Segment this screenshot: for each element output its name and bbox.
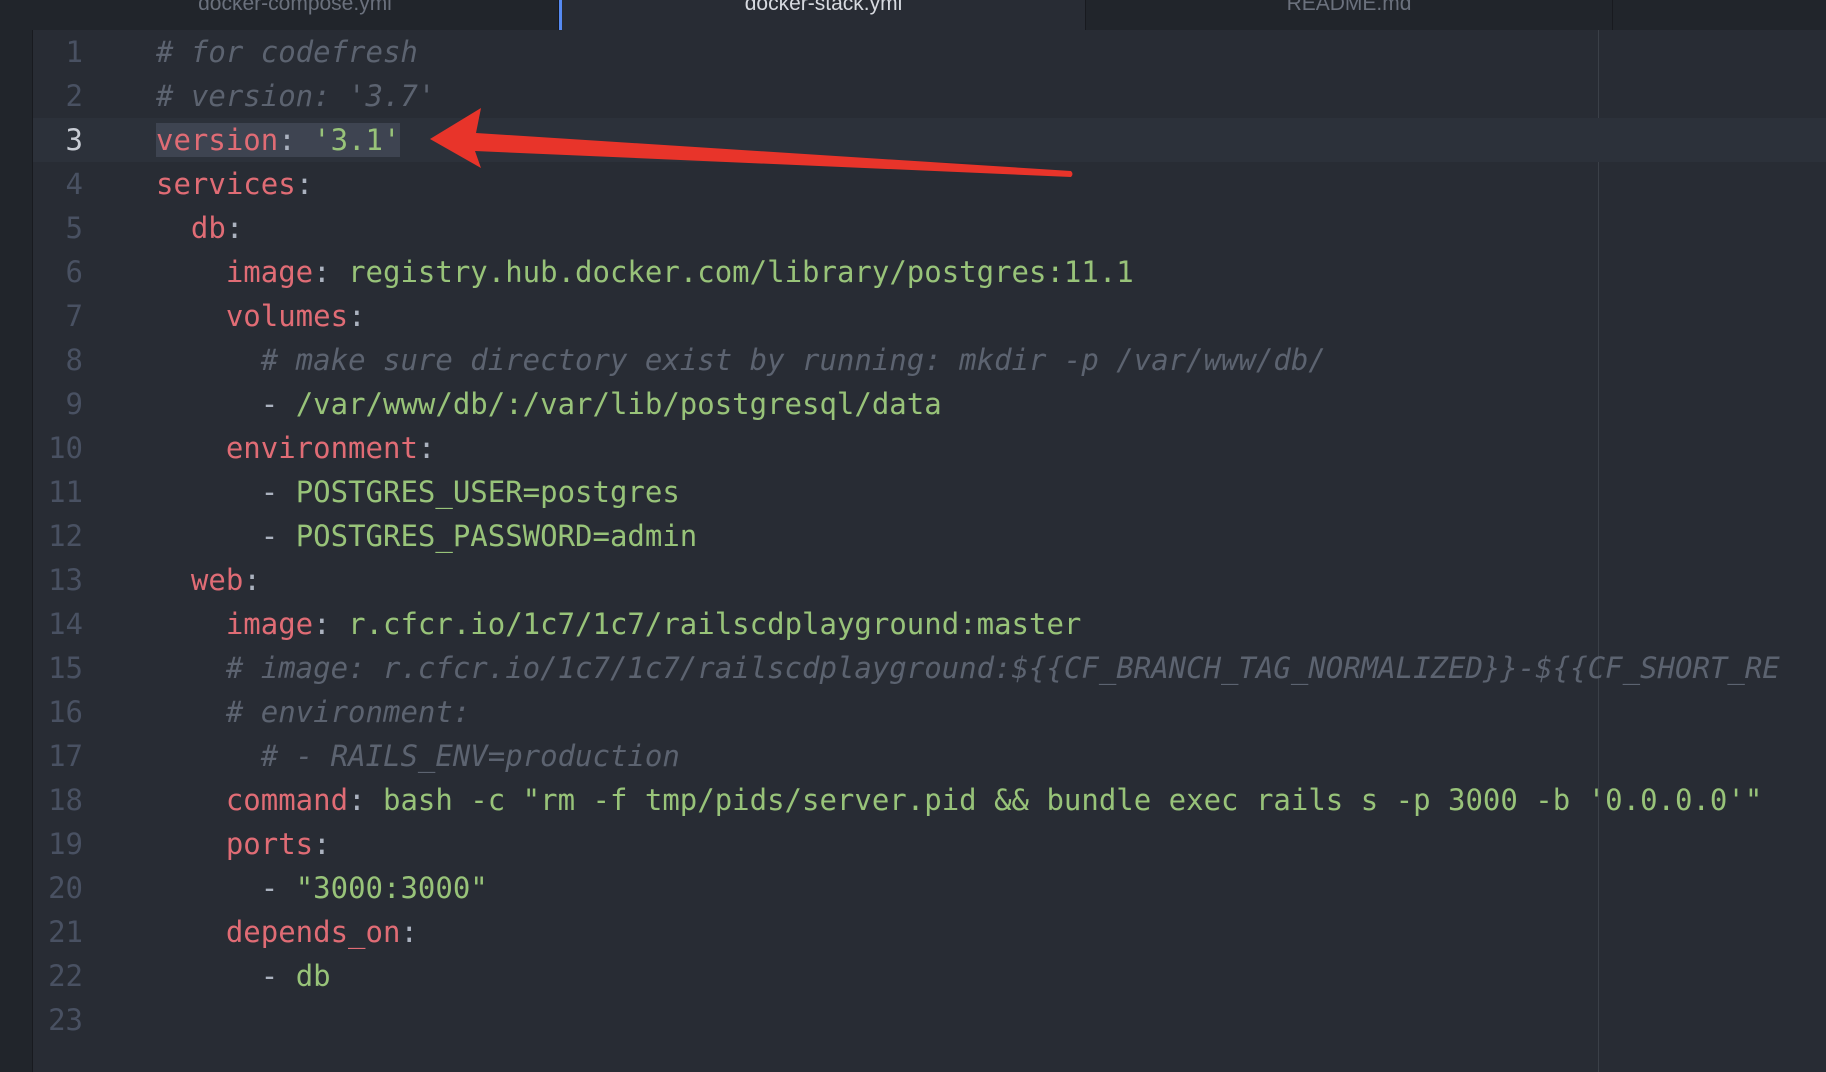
annotation-arrow-icon (430, 108, 1073, 177)
